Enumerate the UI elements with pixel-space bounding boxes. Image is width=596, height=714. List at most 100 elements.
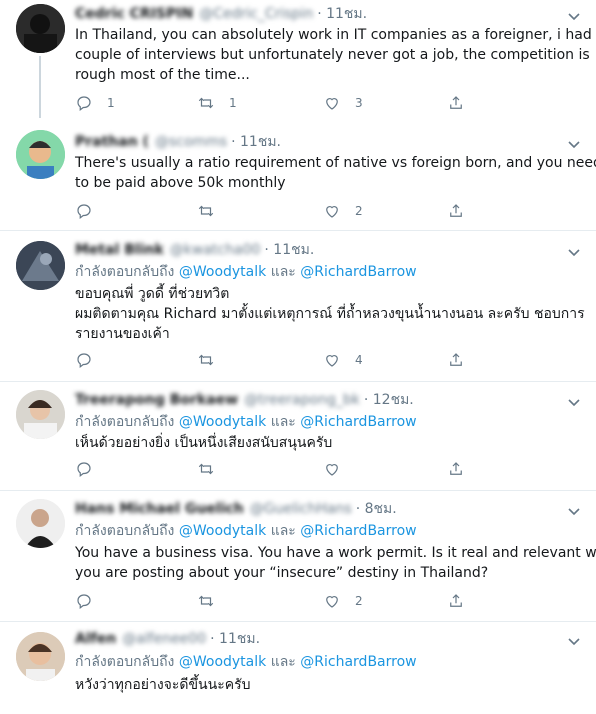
- heart-icon: [326, 464, 338, 476]
- timestamp[interactable]: 11ชม.: [273, 242, 314, 258]
- mention-link[interactable]: @RichardBarrow: [300, 654, 416, 670]
- avatar[interactable]: [16, 632, 65, 681]
- like-button[interactable]: 2: [323, 201, 363, 221]
- like-count: 3: [355, 96, 363, 110]
- timestamp[interactable]: 11ชม.: [326, 6, 367, 22]
- retweet-button[interactable]: [197, 201, 229, 221]
- user-handle[interactable]: @treerapong_bk: [244, 392, 360, 408]
- display-name[interactable]: Treerapong Borkaew: [75, 392, 238, 408]
- mention-link[interactable]: @Woodytalk: [179, 523, 266, 539]
- retweet-icon: [198, 463, 214, 475]
- reply-icon: [77, 594, 91, 609]
- like-count: 2: [355, 594, 363, 608]
- mention-link[interactable]: @Woodytalk: [179, 264, 266, 280]
- share-button[interactable]: [447, 459, 465, 479]
- share-icon: [450, 204, 462, 217]
- display-name[interactable]: Prathan (: [75, 134, 149, 150]
- retweet-button[interactable]: 1: [197, 93, 237, 113]
- tweet[interactable]: Metal Blink @kwatcha00 · 11ชม. กำลังตอบกลั…: [0, 231, 596, 381]
- mention-link[interactable]: @RichardBarrow: [300, 523, 416, 539]
- avatar[interactable]: [16, 241, 65, 290]
- mention-link[interactable]: @RichardBarrow: [300, 264, 416, 280]
- retweet-icon: [198, 97, 214, 109]
- replying-to: กำลังตอบกลับถึง @Woodytalk และ @RichardB…: [75, 523, 417, 539]
- chevron-down-icon[interactable]: [566, 8, 582, 24]
- heart-icon: [326, 206, 338, 218]
- share-icon: [450, 594, 462, 607]
- heart-icon: [326, 596, 338, 608]
- tweet[interactable]: Cedric CRISPIN @Cedric_Crispin · 11ชม. In …: [0, 0, 596, 120]
- action-bar: 1 1 3: [75, 93, 475, 113]
- like-count: 4: [355, 353, 363, 367]
- chevron-down-icon[interactable]: [566, 394, 582, 410]
- action-bar: 2: [75, 591, 475, 611]
- tweet-header: Prathan (@scomms · 11ชม.: [75, 134, 282, 150]
- mention-link[interactable]: @Woodytalk: [179, 654, 266, 670]
- share-button[interactable]: [447, 201, 465, 221]
- reply-button[interactable]: [75, 350, 107, 370]
- user-handle[interactable]: @Cedric_Crispin: [199, 6, 313, 22]
- reply-icon: [77, 204, 91, 219]
- retweet-button[interactable]: [197, 591, 229, 611]
- reply-button[interactable]: [75, 459, 107, 479]
- share-button[interactable]: [447, 350, 465, 370]
- share-icon: [450, 96, 462, 109]
- tweet-header: Treerapong Borkaew @treerapong_bk · 12ชม.: [75, 392, 414, 408]
- replying-to: กำลังตอบกลับถึง @Woodytalk และ @RichardB…: [75, 264, 417, 280]
- user-handle[interactable]: @scomms: [155, 134, 227, 150]
- share-button[interactable]: [447, 93, 465, 113]
- retweet-button[interactable]: [197, 350, 229, 370]
- thread-line: [39, 56, 41, 118]
- user-handle[interactable]: @alfenee00: [122, 631, 206, 647]
- user-handle[interactable]: @GuelichHans: [250, 501, 352, 517]
- share-icon: [450, 353, 462, 366]
- timestamp[interactable]: 11ชม.: [219, 631, 260, 647]
- retweet-button[interactable]: [197, 459, 229, 479]
- reply-button[interactable]: [75, 591, 107, 611]
- replying-to: กำลังตอบกลับถึง @Woodytalk และ @RichardB…: [75, 414, 417, 430]
- reply-button[interactable]: 1: [75, 93, 115, 113]
- tweet[interactable]: Treerapong Borkaew @treerapong_bk · 12ชม. …: [0, 382, 596, 490]
- tweet-text: In Thailand, you can absolutely work in …: [75, 27, 596, 83]
- like-button[interactable]: 2: [323, 591, 363, 611]
- avatar[interactable]: [16, 130, 65, 179]
- avatar[interactable]: [16, 4, 65, 53]
- timestamp[interactable]: 11ชม.: [240, 134, 281, 150]
- display-name[interactable]: Alfen: [75, 631, 116, 647]
- action-bar: 2: [75, 201, 475, 221]
- mention-link[interactable]: @Woodytalk: [179, 414, 266, 430]
- share-button[interactable]: [447, 591, 465, 611]
- replying-to: กำลังตอบกลับถึง @Woodytalk และ @RichardB…: [75, 654, 417, 670]
- like-button[interactable]: 3: [323, 93, 363, 113]
- like-button[interactable]: 4: [323, 350, 363, 370]
- reply-icon: [77, 353, 91, 368]
- action-bar: 4: [75, 350, 475, 370]
- like-count: 2: [355, 204, 363, 218]
- like-button[interactable]: [323, 459, 355, 479]
- tweet-header: Metal Blink @kwatcha00 · 11ชม.: [75, 242, 315, 258]
- action-bar: [75, 459, 475, 479]
- chevron-down-icon[interactable]: [566, 136, 582, 152]
- reply-button[interactable]: [75, 201, 107, 221]
- display-name[interactable]: Metal Blink: [75, 242, 164, 258]
- chevron-down-icon[interactable]: [566, 503, 582, 519]
- tweet[interactable]: Alfen @alfenee00 · 11ชม. กำลังตอบกลับถึง @…: [0, 622, 596, 714]
- user-handle[interactable]: @kwatcha00: [170, 242, 261, 258]
- heart-icon: [326, 355, 338, 367]
- tweet-text: เห็นด้วยอย่างยิ่ง เป็นหนึ่งเสียงสนับสนุน…: [75, 435, 333, 451]
- timestamp[interactable]: 12ชม.: [373, 392, 414, 408]
- tweet-header: Alfen @alfenee00 · 11ชม.: [75, 631, 261, 647]
- avatar[interactable]: [16, 390, 65, 439]
- display-name[interactable]: Hans Michael Guelich: [75, 501, 244, 517]
- chevron-down-icon[interactable]: [566, 244, 582, 260]
- tweet[interactable]: Hans Michael Guelich @GuelichHans · 8ชม. ก…: [0, 491, 596, 621]
- timestamp[interactable]: 8ชม.: [365, 501, 397, 517]
- retweet-count: 1: [229, 96, 237, 110]
- display-name[interactable]: Cedric CRISPIN: [75, 6, 193, 22]
- chevron-down-icon[interactable]: [566, 633, 582, 649]
- tweet[interactable]: Prathan (@scomms · 11ชม. There's usually …: [0, 120, 596, 230]
- avatar[interactable]: [16, 499, 65, 548]
- tweet-text: You have a business visa. You have a wor…: [75, 545, 596, 581]
- share-icon: [450, 462, 462, 475]
- mention-link[interactable]: @RichardBarrow: [300, 414, 416, 430]
